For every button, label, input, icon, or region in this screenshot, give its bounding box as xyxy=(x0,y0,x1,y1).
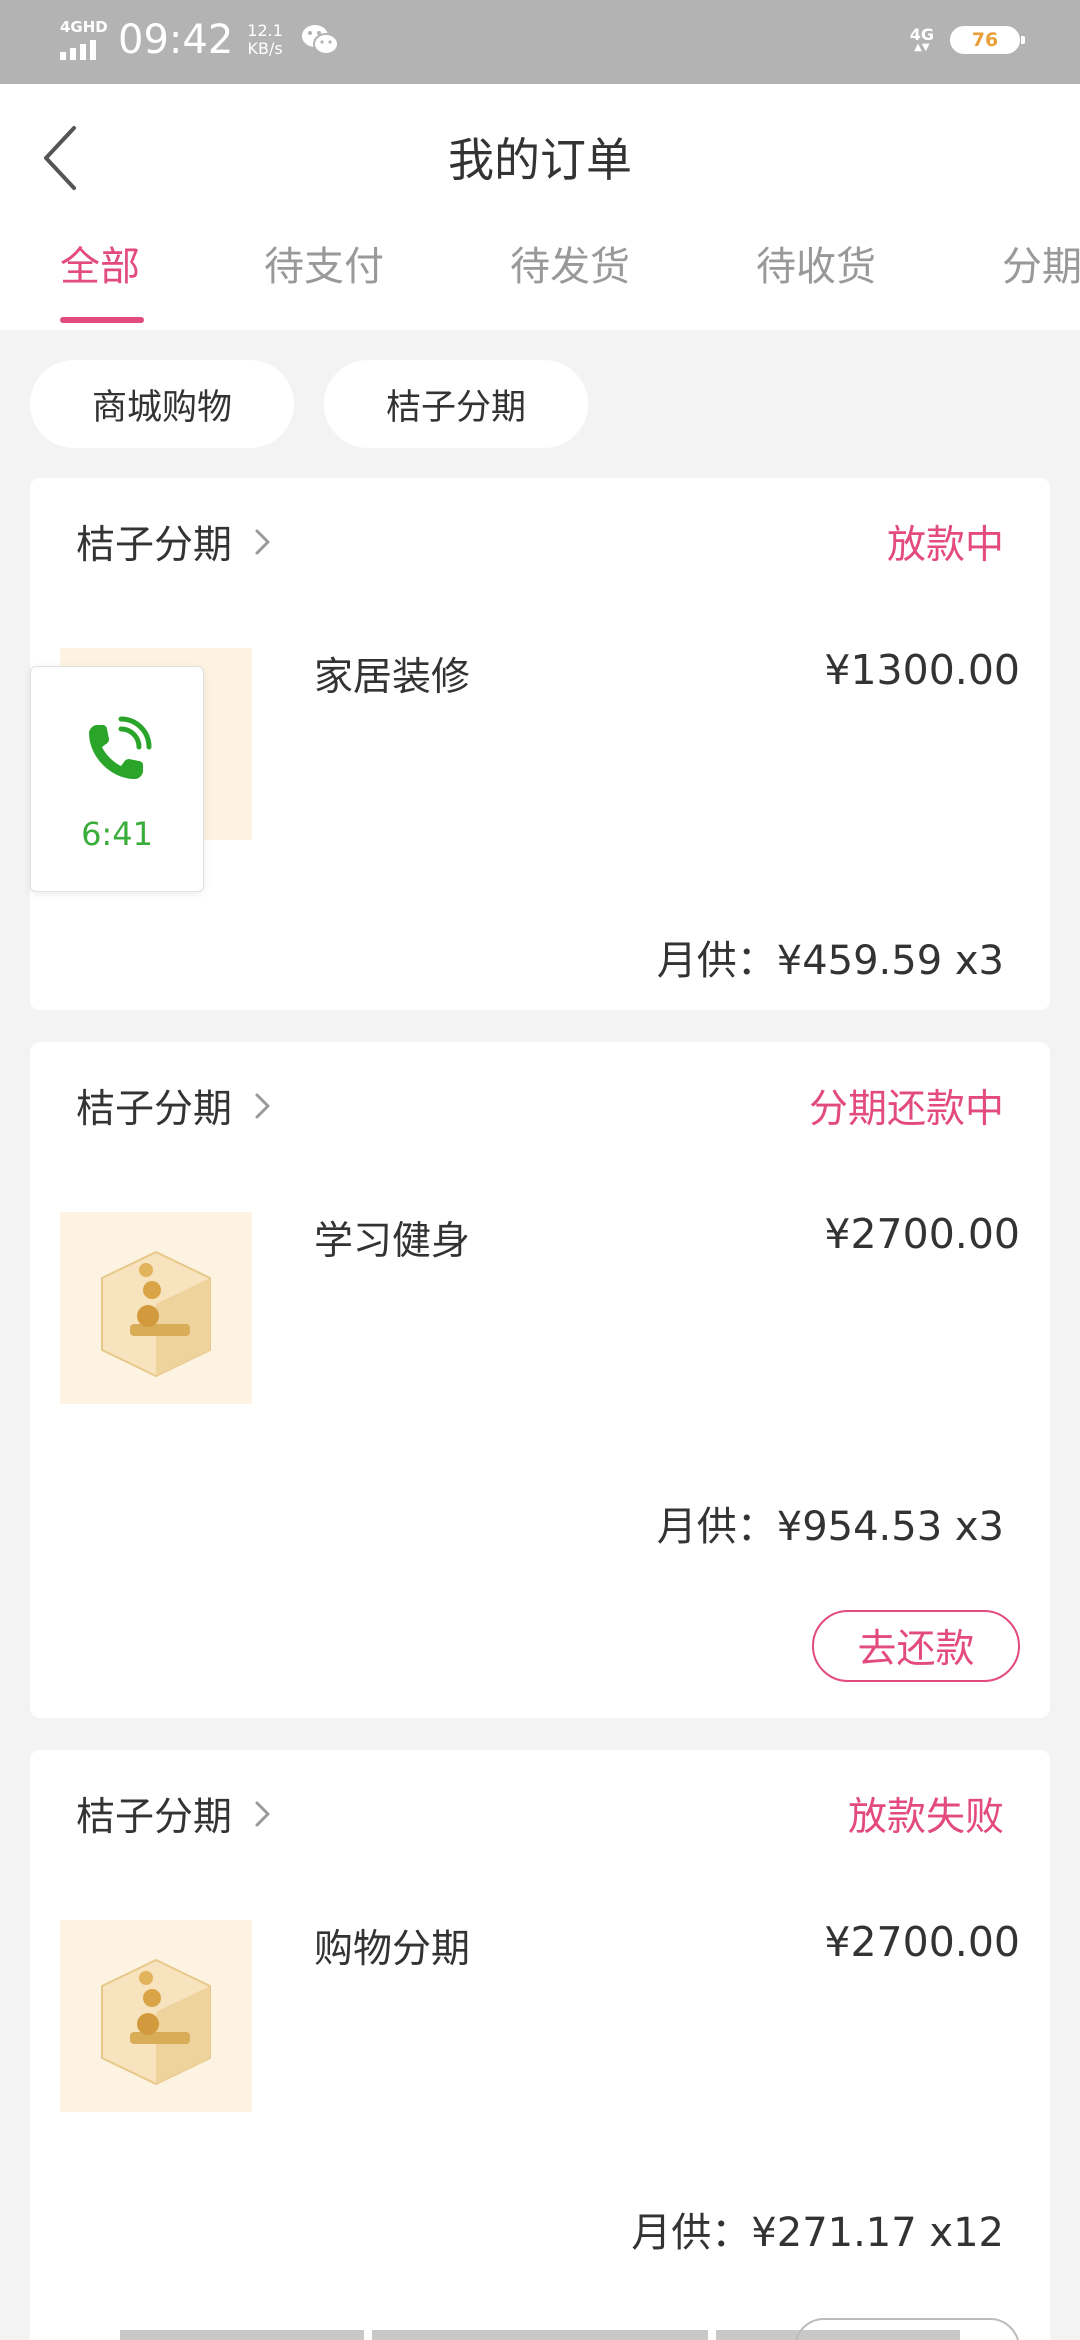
speed-unit: KB/s xyxy=(247,39,283,58)
tab-pending-shipment[interactable]: 待发货 xyxy=(510,234,630,292)
order-kind[interactable]: 桔子分期 xyxy=(76,1078,272,1134)
order-price: ¥2700.00 xyxy=(824,1210,1020,1258)
tab-pending-receipt[interactable]: 待收货 xyxy=(756,234,876,292)
chevron-right-icon xyxy=(255,1093,270,1119)
partial-action-button[interactable] xyxy=(794,2318,1020,2340)
chevron-right-icon xyxy=(255,1801,270,1827)
call-floating-widget[interactable]: 6:41 xyxy=(30,666,204,892)
order-tabs: 全部 待支付 待发货 待收货 分期 xyxy=(0,234,1080,330)
call-duration: 6:41 xyxy=(81,815,153,853)
order-status: 放款失败 xyxy=(847,1795,1004,1840)
tab-installment[interactable]: 分期 xyxy=(1002,234,1080,292)
tab-pending-payment[interactable]: 待支付 xyxy=(264,234,384,292)
order-card[interactable]: 桔子分期 放款失败 购物分期 ¥2700.00 月供：¥271.17 x12 xyxy=(30,1750,1050,2340)
scroll-hint-bar xyxy=(120,2330,364,2340)
coin-box-icon xyxy=(60,1212,252,1404)
tab-indicator xyxy=(60,317,144,323)
order-status: 放款中 xyxy=(886,523,1004,568)
order-kind[interactable]: 桔子分期 xyxy=(76,1786,272,1842)
order-price: ¥1300.00 xyxy=(824,646,1020,694)
clock: 09:42 xyxy=(118,17,234,63)
order-price: ¥2700.00 xyxy=(824,1918,1020,1966)
order-kind-label: 桔子分期 xyxy=(76,523,233,568)
product-name: 学习健身 xyxy=(314,1219,471,1264)
order-status: 分期还款中 xyxy=(808,1087,1004,1132)
battery-icon: 76 xyxy=(950,26,1025,54)
signal-indicator: 4GHD xyxy=(60,18,110,62)
battery-level: 76 xyxy=(971,29,999,51)
chevron-right-icon xyxy=(255,529,270,555)
network-speed: 12.1 KB/s xyxy=(247,22,283,58)
order-card[interactable]: 桔子分期 分期还款中 学习健身 ¥2700.00 月供：¥954.53 x3 去… xyxy=(30,1042,1050,1718)
filter-orange-installment[interactable]: 桔子分期 xyxy=(324,360,588,448)
product-name: 家居装修 xyxy=(314,655,471,700)
monthly-payment: 月供：¥459.59 x3 xyxy=(656,938,1004,984)
coin-box-icon xyxy=(60,1920,252,2112)
status-bar: 4GHD 09:42 12.1 KB/s 4G ▲▼ 76 xyxy=(0,0,1080,84)
mobile-data-label: 4G xyxy=(909,25,934,44)
mobile-data-icon: 4G ▲▼ xyxy=(909,25,934,53)
order-kind-label: 桔子分期 xyxy=(76,1087,233,1132)
monthly-payment: 月供：¥954.53 x3 xyxy=(656,1504,1004,1550)
order-kind[interactable]: 桔子分期 xyxy=(76,514,272,570)
order-kind-label: 桔子分期 xyxy=(76,1795,233,1840)
monthly-payment: 月供：¥271.17 x12 xyxy=(631,2210,1004,2256)
tab-all[interactable]: 全部 xyxy=(60,234,140,292)
repay-button[interactable]: 去还款 xyxy=(812,1610,1020,1682)
product-name: 购物分期 xyxy=(314,1927,471,1972)
phone-call-icon xyxy=(89,716,152,779)
page-header: 我的订单 全部 待支付 待发货 待收货 分期 xyxy=(0,84,1080,330)
filter-mall-shopping[interactable]: 商城购物 xyxy=(30,360,294,448)
network-type: 4GHD xyxy=(60,18,108,36)
scroll-hint-bar xyxy=(372,2330,708,2340)
signal-bars-icon xyxy=(60,40,96,60)
wechat-icon xyxy=(301,23,339,57)
page-title: 我的订单 xyxy=(448,133,632,187)
speed-value: 12.1 xyxy=(247,21,283,40)
